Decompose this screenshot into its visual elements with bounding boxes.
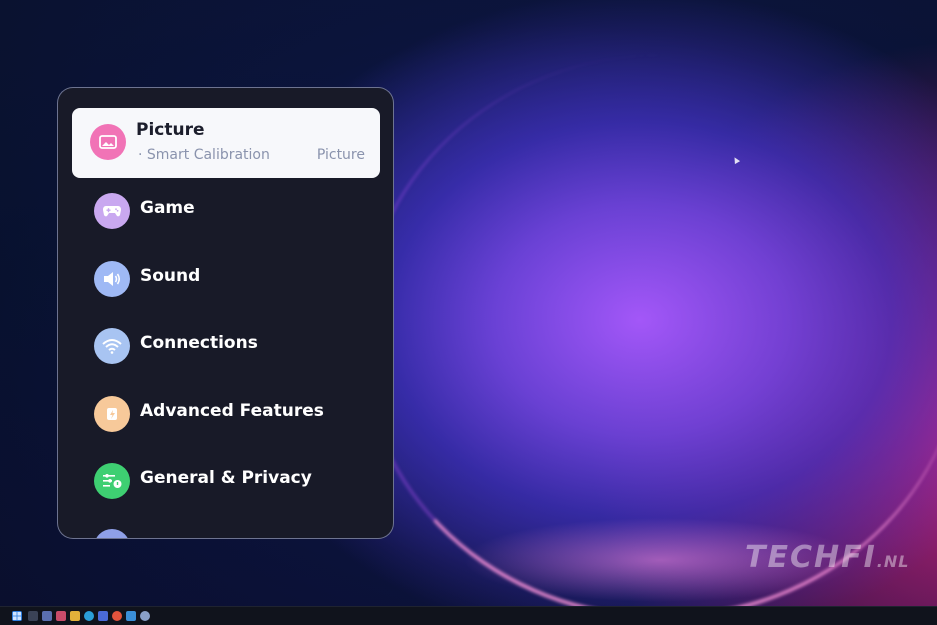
watermark-main: TECHFI — [745, 540, 877, 575]
wifi-icon — [94, 328, 130, 364]
watermark: TECHFI.NL — [745, 540, 909, 575]
search-icon[interactable] — [28, 611, 38, 621]
menu-item-label: Connections — [140, 333, 258, 353]
edge-icon[interactable] — [84, 611, 94, 621]
store-icon[interactable] — [98, 611, 108, 621]
menu-item-label: Game — [140, 198, 195, 218]
menu-item-sublabel-right: Picture — [316, 147, 365, 163]
settings-menu-panel: Picture · Smart Calibration Picture Game — [57, 87, 394, 539]
menu-item-sublabel: · Smart Calibration — [138, 147, 270, 163]
general-privacy-icon — [94, 463, 130, 499]
menu-item-picture[interactable]: Picture · Smart Calibration Picture — [72, 108, 380, 178]
menu-item-connections[interactable]: Connections — [72, 311, 380, 381]
menu-item-general-privacy[interactable]: General & Privacy — [72, 446, 380, 516]
gamepad-icon — [94, 193, 130, 229]
menu-item-label: General & Privacy — [140, 468, 312, 488]
menu-item-label: Sound — [140, 266, 201, 286]
menu-item-label: Advanced Features — [140, 401, 324, 421]
menu-item-sound[interactable]: Sound — [72, 244, 380, 314]
start-icon[interactable] — [12, 611, 22, 621]
menu-item-advanced-features[interactable]: Advanced Features — [72, 379, 380, 449]
menu-item-next-icon — [94, 529, 130, 538]
file-explorer-icon[interactable] — [70, 611, 80, 621]
watermark-suffix: .NL — [876, 552, 910, 571]
settings-icon[interactable] — [140, 611, 150, 621]
app-icon[interactable] — [126, 611, 136, 621]
screen: Picture · Smart Calibration Picture Game — [0, 0, 937, 625]
taskbar — [0, 606, 937, 625]
advanced-features-icon — [94, 396, 130, 432]
chrome-icon[interactable] — [112, 611, 122, 621]
menu-item-label: Picture — [136, 120, 205, 140]
picture-icon — [90, 124, 126, 160]
task-view-icon[interactable] — [42, 611, 52, 621]
widgets-icon[interactable] — [56, 611, 66, 621]
speaker-icon — [94, 261, 130, 297]
menu-item-game[interactable]: Game — [72, 176, 380, 246]
